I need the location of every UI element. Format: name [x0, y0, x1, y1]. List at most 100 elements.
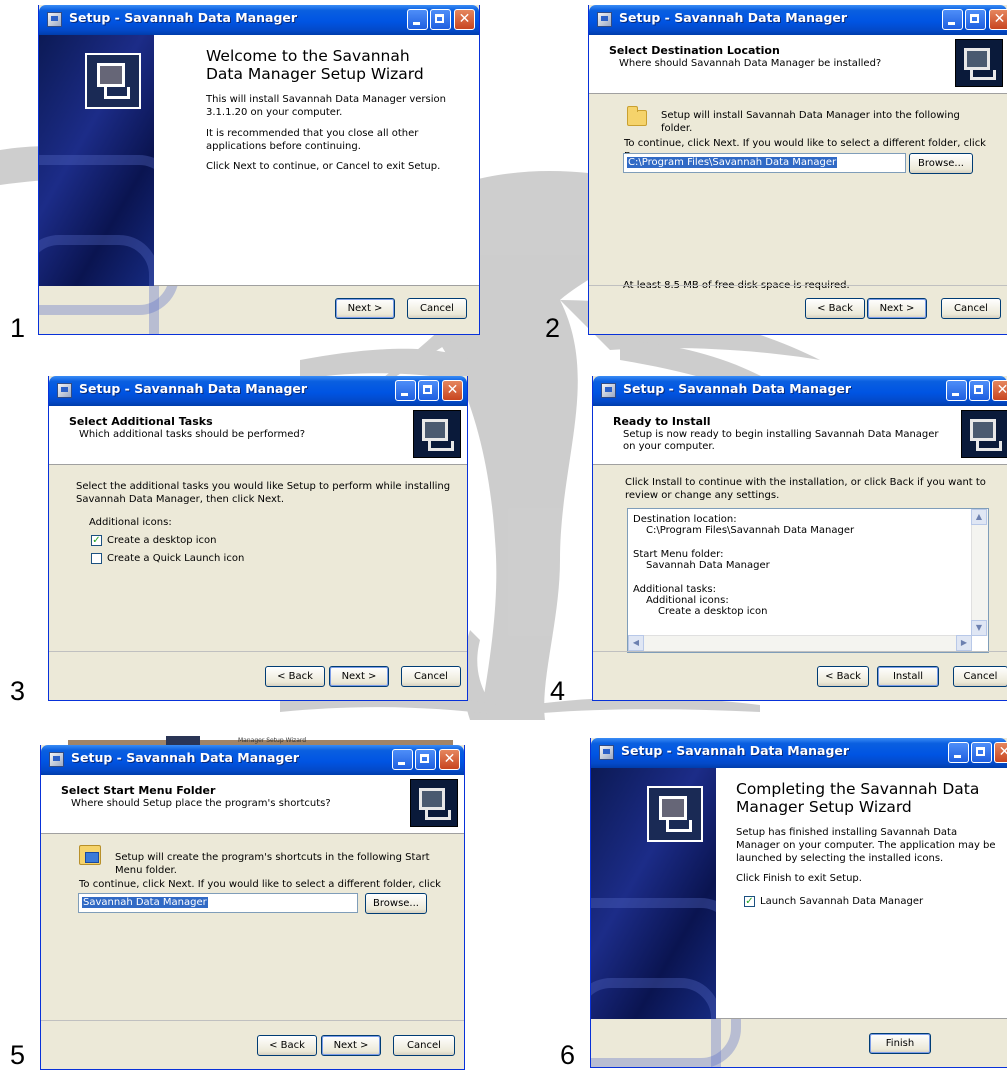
- close-button[interactable]: ✕: [994, 742, 1007, 763]
- tasks-group-label: Additional icons:: [89, 517, 172, 528]
- app-logo-icon: [413, 410, 461, 458]
- page-subtitle: Where should Savannah Data Manager be in…: [619, 58, 882, 69]
- page-subtitle: Setup is now ready to begin installing S…: [623, 429, 939, 452]
- minimize-button[interactable]: [392, 749, 413, 770]
- maximize-button[interactable]: [971, 742, 992, 763]
- back-button[interactable]: < Back: [265, 666, 325, 687]
- minimize-button[interactable]: [407, 9, 428, 30]
- title-bar[interactable]: Setup - Savannah Data Manager ✕: [591, 738, 1007, 768]
- cancel-button[interactable]: Cancel: [953, 666, 1007, 687]
- vertical-scrollbar[interactable]: ▲ ▼: [971, 509, 988, 636]
- step-number-2: 2: [545, 313, 561, 343]
- close-button[interactable]: ✕: [439, 749, 460, 770]
- setup-app-icon: [601, 383, 616, 398]
- welcome-heading: Welcome to the Savannah Data Manager Set…: [206, 47, 424, 83]
- window-title: Setup - Savannah Data Manager: [69, 10, 298, 25]
- title-bar[interactable]: Setup - Savannah Data Manager ✕: [589, 5, 1007, 35]
- scroll-down-arrow-icon[interactable]: ▼: [971, 620, 987, 636]
- setup-window-additional-tasks: Setup - Savannah Data Manager ✕ Select A…: [48, 376, 468, 701]
- close-button[interactable]: ✕: [989, 9, 1007, 30]
- window-title: Setup - Savannah Data Manager: [621, 743, 850, 758]
- browse-button[interactable]: Browse...: [909, 153, 973, 174]
- minimize-button[interactable]: [395, 380, 416, 401]
- memo-line: Additional tasks:: [633, 584, 717, 595]
- step-number-4: 4: [550, 676, 566, 706]
- next-button[interactable]: Next >: [867, 298, 927, 319]
- wizard-header: Select Start Menu Folder Where should Se…: [41, 775, 464, 834]
- welcome-para-1: This will install Savannah Data Manager …: [206, 94, 446, 118]
- minimize-button[interactable]: [948, 742, 969, 763]
- back-button[interactable]: < Back: [805, 298, 865, 319]
- scroll-right-arrow-icon[interactable]: ▶: [956, 635, 972, 651]
- destination-intro: Setup will install Savannah Data Manager…: [661, 110, 960, 134]
- maximize-button[interactable]: [430, 9, 451, 30]
- minimize-button[interactable]: [942, 9, 963, 30]
- destination-path-input[interactable]: C:\Program Files\Savannah Data Manager: [623, 153, 906, 173]
- button-bar: < Back Next > Cancel: [41, 1020, 464, 1069]
- launch-app-checkbox[interactable]: ✓: [744, 896, 755, 907]
- quick-launch-checkbox[interactable]: [91, 553, 102, 564]
- cancel-button[interactable]: Cancel: [393, 1035, 455, 1056]
- wizard-sidebar-image: [39, 35, 179, 334]
- title-bar[interactable]: Setup - Savannah Data Manager ✕: [49, 376, 467, 406]
- next-button[interactable]: Next >: [329, 666, 389, 687]
- page-subtitle: Where should Setup place the program's s…: [71, 798, 331, 809]
- maximize-button[interactable]: [415, 749, 436, 770]
- tasks-instruction: Select the additional tasks you would li…: [76, 481, 451, 505]
- title-bar[interactable]: Setup - Savannah Data Manager ✕: [593, 376, 1007, 406]
- install-button[interactable]: Install: [877, 666, 939, 687]
- completing-panel: Completing the Savannah Data Manager Set…: [716, 768, 1007, 1019]
- wizard-sidebar-image: [591, 768, 741, 1067]
- title-bar[interactable]: Setup - Savannah Data Manager ✕: [39, 5, 479, 35]
- step-number-6: 6: [560, 1040, 576, 1070]
- close-button[interactable]: ✕: [454, 9, 475, 30]
- finish-button[interactable]: Finish: [869, 1033, 931, 1054]
- cancel-button[interactable]: Cancel: [407, 298, 467, 319]
- close-button[interactable]: ✕: [992, 380, 1007, 401]
- browse-button[interactable]: Browse...: [365, 893, 427, 914]
- quick-launch-label: Create a Quick Launch icon: [107, 553, 245, 564]
- cancel-button[interactable]: Cancel: [941, 298, 1001, 319]
- window-title: Setup - Savannah Data Manager: [619, 10, 848, 25]
- back-button[interactable]: < Back: [817, 666, 869, 687]
- setup-window-completing: Setup - Savannah Data Manager ✕ Completi…: [590, 738, 1007, 1068]
- maximize-button[interactable]: [969, 380, 990, 401]
- back-button[interactable]: < Back: [257, 1035, 317, 1056]
- scroll-up-arrow-icon[interactable]: ▲: [971, 509, 987, 525]
- app-logo-icon: [410, 779, 458, 827]
- window-title: Setup - Savannah Data Manager: [71, 750, 300, 765]
- setup-window-welcome: Setup - Savannah Data Manager ✕ Welcome …: [38, 5, 480, 335]
- desktop-icon-checkbox[interactable]: ✓: [91, 535, 102, 546]
- next-button[interactable]: Next >: [335, 298, 395, 319]
- scroll-left-arrow-icon[interactable]: ◀: [628, 635, 644, 651]
- app-logo-icon: [647, 786, 703, 842]
- destination-path-value: C:\Program Files\Savannah Data Manager: [627, 157, 838, 168]
- start-menu-folder-input[interactable]: Savannah Data Manager: [78, 893, 358, 913]
- button-bar: < Back Next > Cancel: [49, 651, 467, 700]
- memo-line: Additional icons:: [646, 595, 729, 606]
- cancel-button[interactable]: Cancel: [401, 666, 461, 687]
- memo-line: Destination location:: [633, 514, 737, 525]
- completing-para-1: Setup has finished installing Savannah D…: [736, 827, 996, 864]
- welcome-para-3: Click Next to continue, or Cancel to exi…: [206, 161, 441, 172]
- maximize-button[interactable]: [965, 9, 986, 30]
- setup-window-destination: Setup - Savannah Data Manager ✕ Select D…: [588, 5, 1007, 335]
- setup-app-icon: [49, 752, 64, 767]
- maximize-button[interactable]: [418, 380, 439, 401]
- install-summary-memo[interactable]: Destination location: C:\Program Files\S…: [627, 508, 989, 653]
- setup-app-icon: [47, 12, 62, 27]
- title-bar[interactable]: Setup - Savannah Data Manager ✕: [41, 745, 464, 775]
- welcome-para-2: It is recommended that you close all oth…: [206, 128, 419, 152]
- window-title: Setup - Savannah Data Manager: [79, 381, 308, 396]
- close-button[interactable]: ✕: [442, 380, 463, 401]
- window-title: Setup - Savannah Data Manager: [623, 381, 852, 396]
- button-bar: < Back Install Cancel: [593, 651, 1007, 700]
- wizard-header: Select Destination Location Where should…: [589, 35, 1007, 94]
- button-bar: Finish: [591, 1019, 1007, 1067]
- wizard-header: Ready to Install Setup is now ready to b…: [593, 406, 1007, 465]
- next-button[interactable]: Next >: [321, 1035, 381, 1056]
- completing-heading: Completing the Savannah Data Manager Set…: [736, 780, 980, 816]
- minimize-button[interactable]: [946, 380, 967, 401]
- folder-icon: [627, 106, 647, 126]
- horizontal-scrollbar[interactable]: ◀ ▶: [628, 635, 972, 652]
